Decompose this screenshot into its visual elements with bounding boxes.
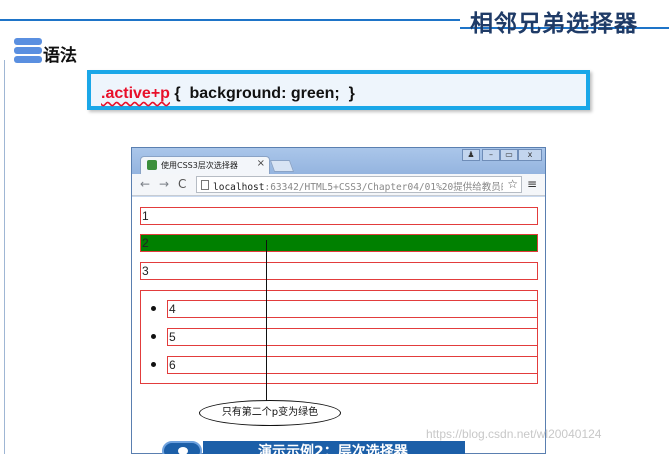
menu-icon[interactable]: ≡: [527, 177, 537, 191]
browser-titlebar: 使用CSS3层次选择器 × ♟ – ▭ x: [132, 148, 545, 174]
header-rule: [0, 19, 460, 21]
slide-title: 相邻兄弟选择器: [470, 11, 638, 37]
demo-banner: 演示示例2：层次选择器: [203, 441, 465, 454]
url-path: :63342/HTML5+CSS3/Chapter04/01%20提供给教员的内: [264, 182, 503, 193]
maximize-button[interactable]: ▭: [500, 149, 518, 161]
back-arrow-icon[interactable]: ←: [140, 177, 150, 191]
list-item-5: 5: [167, 328, 538, 346]
paragraph-2-highlighted: 2: [140, 234, 538, 252]
browser-tab[interactable]: 使用CSS3层次选择器 ×: [140, 156, 270, 174]
list-item-4: 4: [167, 300, 538, 318]
tab-title: 使用CSS3层次选择器: [161, 161, 238, 170]
close-window-button[interactable]: x: [518, 149, 542, 161]
code-selector: .active+p: [101, 85, 170, 102]
code-box: .active+p { background: green; }: [87, 70, 590, 110]
page-viewport: 1 2 3 4 5 6 只有第二个p变为绿色: [132, 197, 545, 453]
list-bullet: [151, 362, 156, 367]
address-bar[interactable]: localhost:63342/HTML5+CSS3/Chapter04/01%…: [196, 176, 522, 193]
list-bullet: [151, 334, 156, 339]
close-tab-icon[interactable]: ×: [257, 158, 265, 169]
minimize-button[interactable]: –: [482, 149, 500, 161]
stack-icon: [14, 38, 44, 64]
code-line: .active+p { background: green; }: [101, 85, 355, 103]
left-margin-rule: [4, 60, 5, 454]
list-bullet: [151, 306, 156, 311]
new-tab-button[interactable]: [269, 160, 295, 172]
bookmark-star-icon[interactable]: ☆: [507, 177, 518, 191]
code-declaration: { background: green; }: [169, 85, 355, 102]
section-heading: 语法: [43, 46, 77, 66]
reload-icon[interactable]: C: [178, 177, 186, 191]
favicon-icon: [147, 160, 157, 170]
forward-arrow-icon[interactable]: →: [159, 177, 169, 191]
list-item-6: 6: [167, 356, 538, 374]
page-icon: [201, 180, 209, 190]
url-text: localhost:63342/HTML5+CSS3/Chapter04/01%…: [213, 179, 503, 193]
browser-toolbar: ← → C localhost:63342/HTML5+CSS3/Chapter…: [132, 174, 545, 196]
url-host: localhost: [213, 182, 265, 193]
unordered-list: 4 5 6: [140, 290, 538, 384]
paragraph-3: 3: [140, 262, 538, 280]
chat-bubble-icon: [162, 441, 202, 454]
browser-window: 使用CSS3层次选择器 × ♟ – ▭ x ← → C localhost:63…: [131, 147, 546, 454]
callout-pointer: [266, 240, 267, 402]
paragraph-1: 1: [140, 207, 538, 225]
callout-ellipse: 只有第二个p变为绿色: [199, 400, 341, 426]
watermark: https://blog.csdn.net/wl20040124: [426, 427, 602, 441]
user-icon[interactable]: ♟: [462, 149, 480, 161]
